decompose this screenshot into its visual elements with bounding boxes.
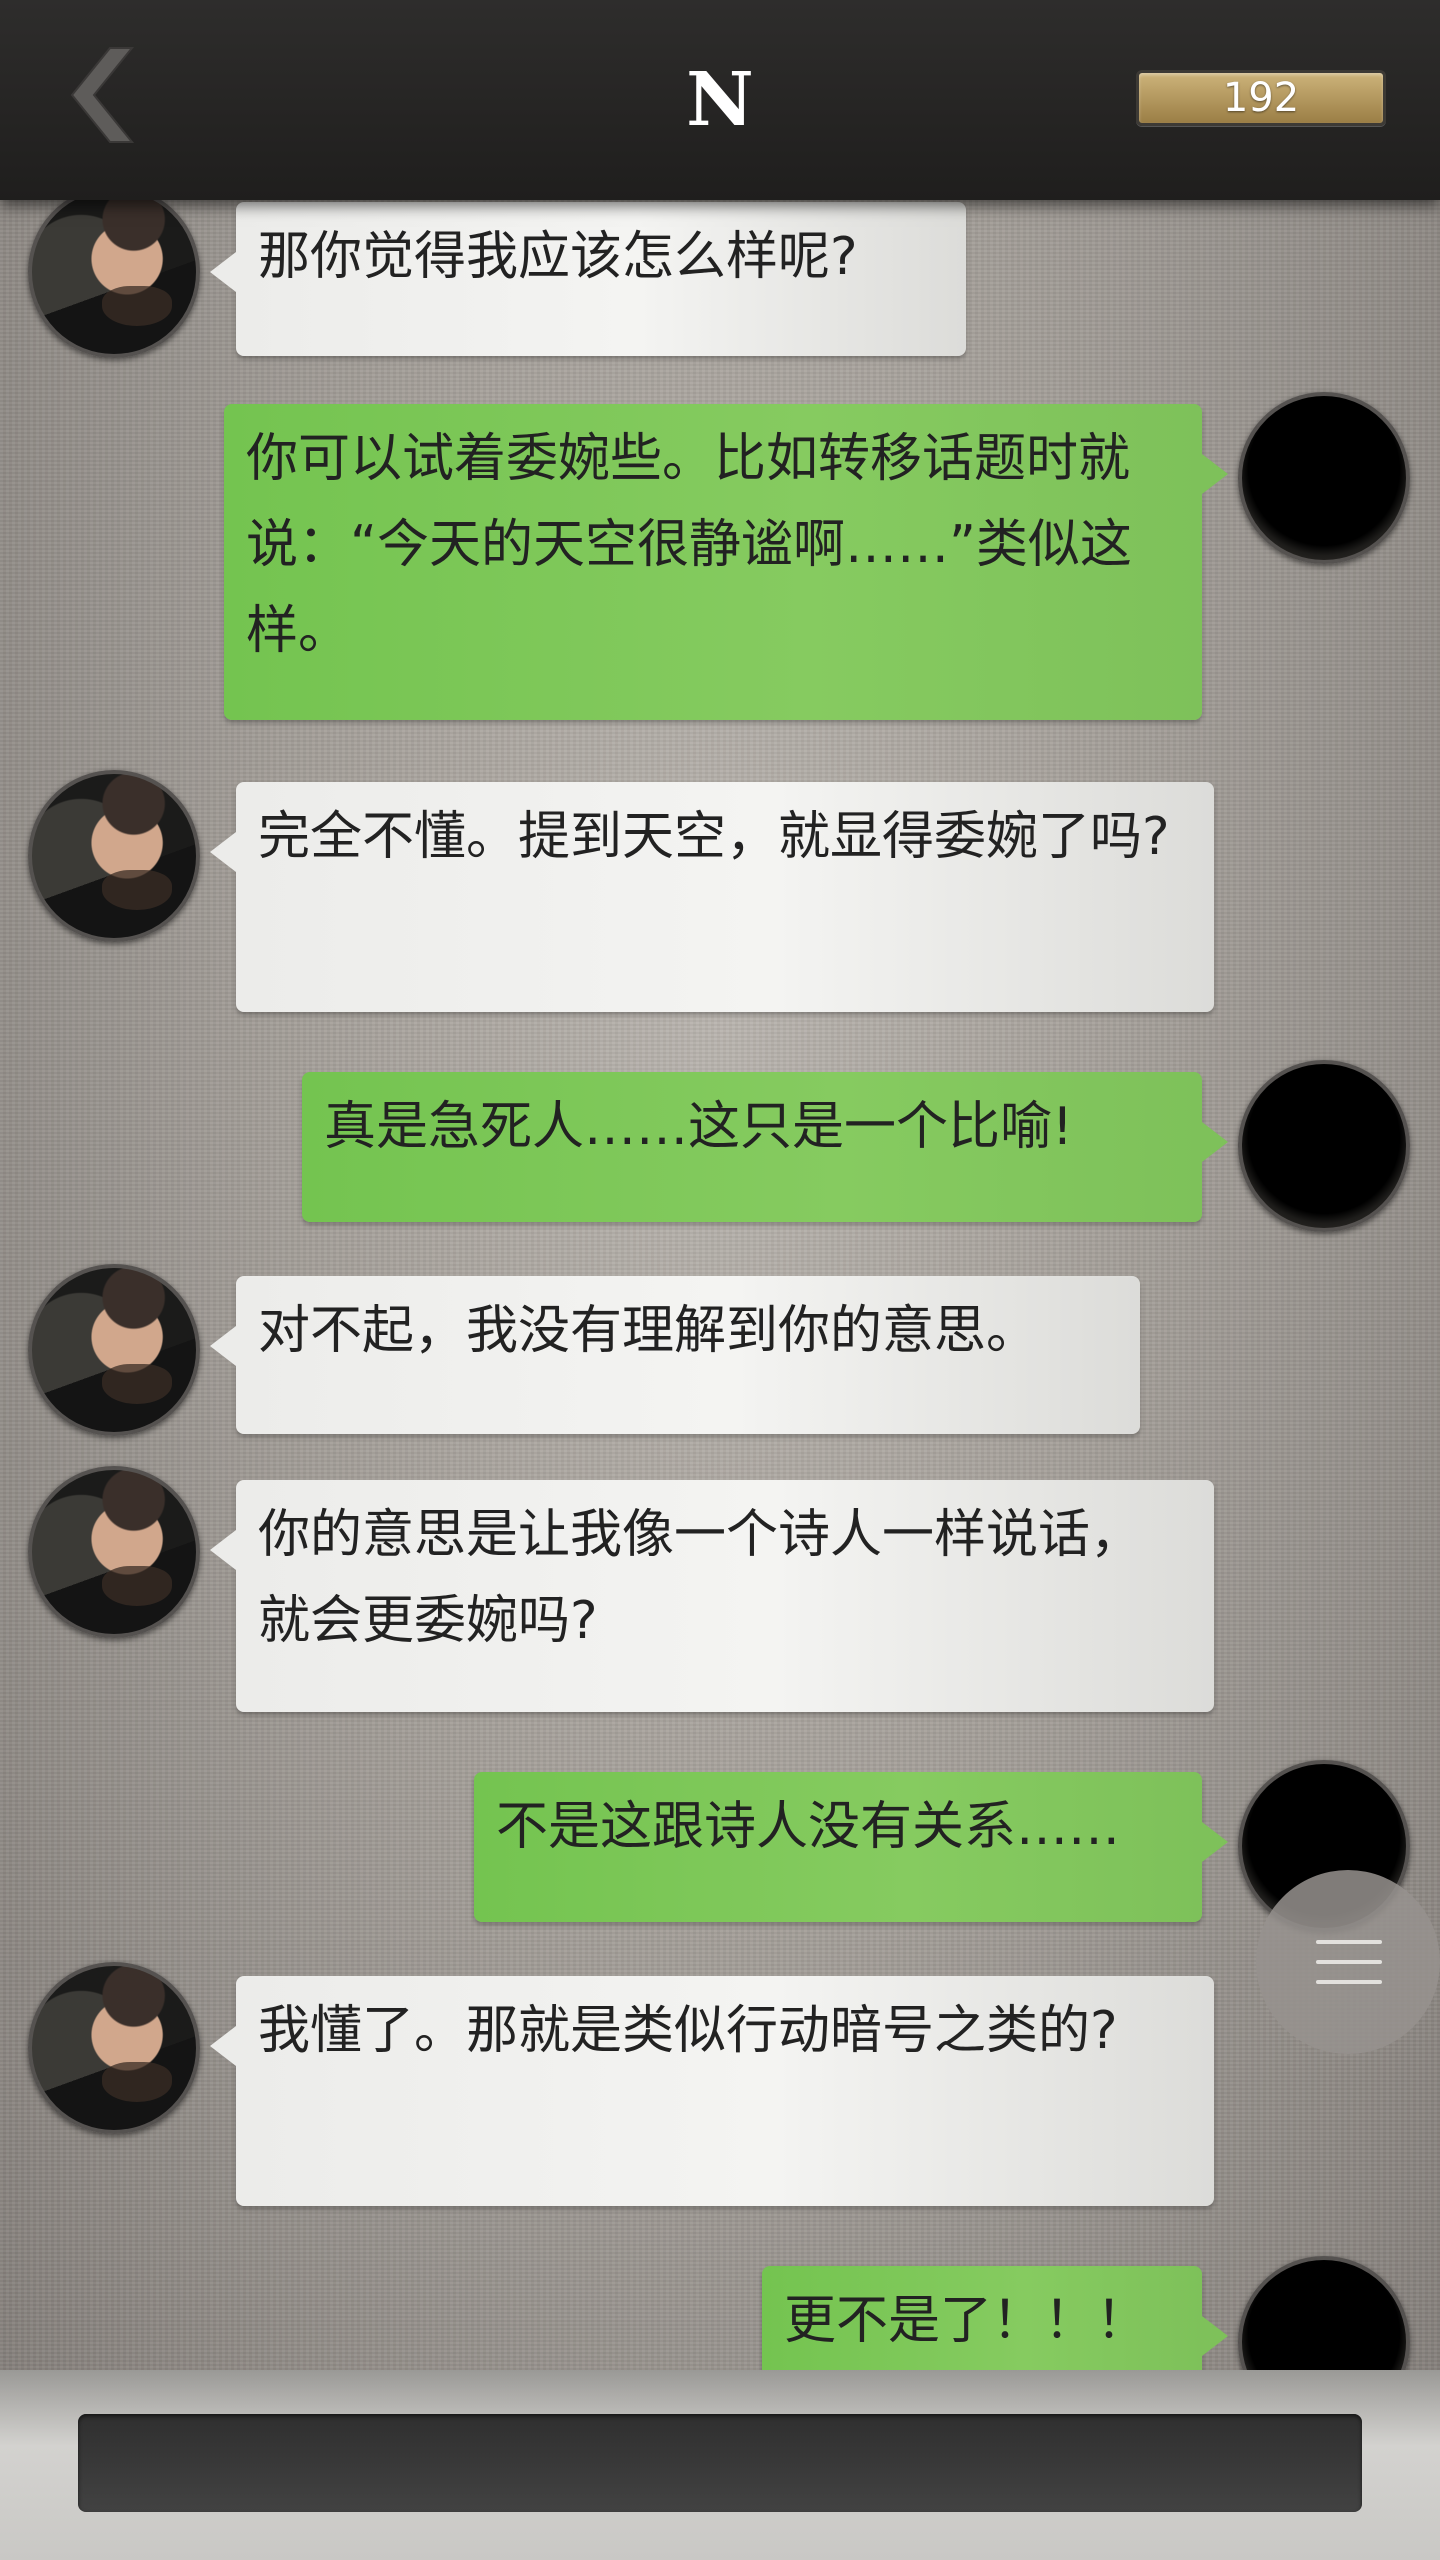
message-text: 不是这跟诗人没有关系…… bbox=[496, 1797, 1121, 1857]
menu-button[interactable] bbox=[1256, 1870, 1440, 2054]
message-text: 我懂了。那就是类似行动暗号之类的? bbox=[258, 2001, 1118, 2061]
message-text: 你可以试着委婉些。比如转移话题时就说：“今天的天空很静谧啊……”类似这样。 bbox=[246, 429, 1132, 661]
npc-avatar[interactable] bbox=[28, 770, 200, 942]
npc-avatar[interactable] bbox=[28, 186, 200, 358]
message-text: 对不起，我没有理解到你的意思。 bbox=[258, 1301, 1039, 1361]
top-bar: N 192 bbox=[0, 0, 1440, 200]
counter-badge: 192 bbox=[1136, 70, 1386, 126]
npc-message: 对不起，我没有理解到你的意思。 bbox=[210, 1276, 1140, 1434]
player-avatar[interactable] bbox=[1238, 2256, 1410, 2370]
npc-message: 我懂了。那就是类似行动暗号之类的? bbox=[210, 1976, 1214, 2206]
message-text: 完全不懂。提到天空，就显得委婉了吗? bbox=[258, 807, 1170, 867]
bottom-bar bbox=[0, 2370, 1440, 2560]
npc-message: 你的意思是让我像一个诗人一样说话，就会更委婉吗? bbox=[210, 1480, 1214, 1712]
reply-input-bar[interactable] bbox=[78, 2414, 1362, 2512]
player-message: 不是这跟诗人没有关系…… bbox=[474, 1772, 1228, 1922]
npc-avatar[interactable] bbox=[28, 1962, 200, 2134]
npc-message: 完全不懂。提到天空，就显得委婉了吗? bbox=[210, 782, 1214, 1012]
player-avatar[interactable] bbox=[1238, 392, 1410, 564]
counter-value: 192 bbox=[1222, 75, 1300, 121]
npc-message: 那你觉得我应该怎么样呢? bbox=[210, 202, 966, 356]
npc-avatar[interactable] bbox=[28, 1264, 200, 1436]
message-text: 你的意思是让我像一个诗人一样说话，就会更委婉吗? bbox=[258, 1505, 1143, 1651]
message-text: 真是急死人……这只是一个比喻! bbox=[324, 1097, 1073, 1157]
chat-list[interactable]: 那你觉得我应该怎么样呢? 你可以试着委婉些。比如转移话题时就说：“今天的天空很静… bbox=[0, 0, 1440, 2370]
player-avatar[interactable] bbox=[1238, 1060, 1410, 1232]
message-text: 更不是了！！！ bbox=[784, 2291, 1149, 2351]
player-message: 你可以试着委婉些。比如转移话题时就说：“今天的天空很静谧啊……”类似这样。 bbox=[224, 404, 1228, 720]
npc-avatar[interactable] bbox=[28, 1466, 200, 1638]
player-message: 真是急死人……这只是一个比喻! bbox=[302, 1072, 1228, 1222]
message-text: 那你觉得我应该怎么样呢? bbox=[258, 227, 858, 287]
player-message: 更不是了！！！ bbox=[762, 2266, 1228, 2370]
